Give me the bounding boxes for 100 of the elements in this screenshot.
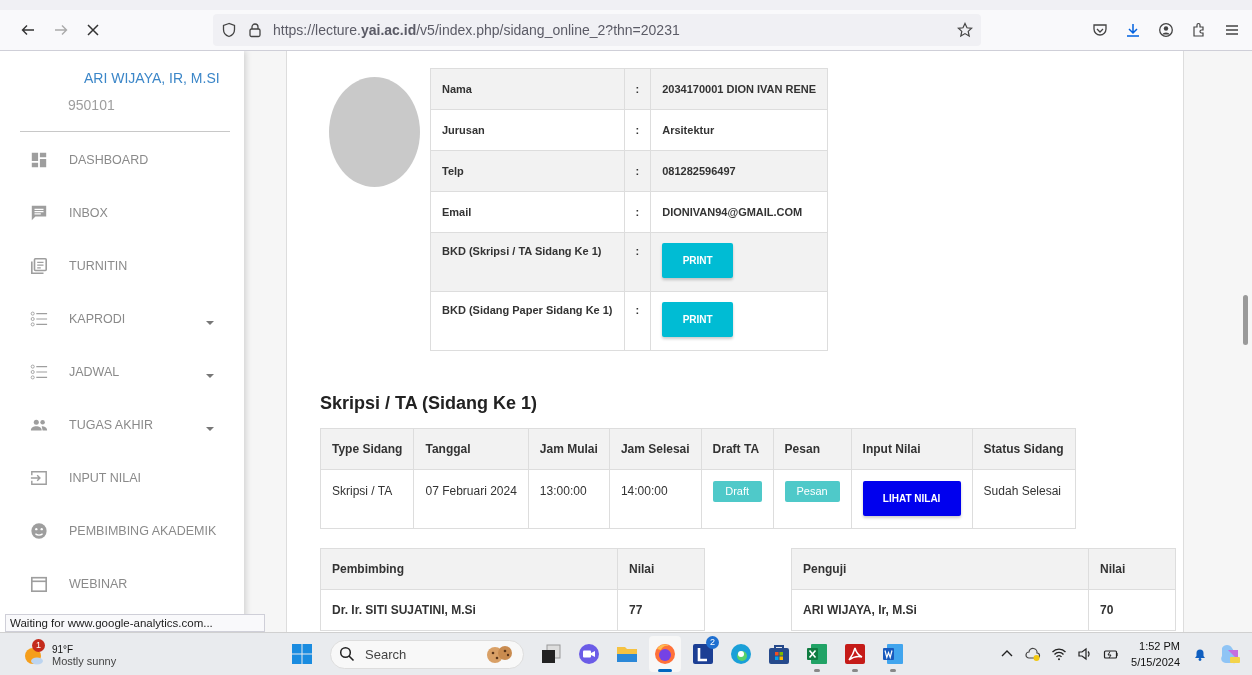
sidebar-item[interactable]: TURNITIN [0, 254, 244, 277]
field-label: Nama [430, 68, 625, 110]
date: 5/15/2024 [1131, 655, 1180, 670]
column-header: Penguji [791, 548, 1089, 590]
edge-icon [729, 642, 753, 666]
table-cell: Skripsi / TA [332, 484, 393, 498]
column-header: Pesan [773, 428, 852, 470]
copilot-icon[interactable] [1218, 642, 1242, 666]
download-icon[interactable] [1125, 22, 1141, 38]
field-value: DIONIVAN94@GMAIL.COM [650, 191, 828, 233]
table-cell: 70 [1088, 589, 1176, 631]
back-icon[interactable] [20, 22, 36, 38]
weather-condition: Mostly sunny [52, 655, 117, 667]
sidebar-item[interactable]: TUGAS AKHIR [0, 413, 244, 436]
colon: : [624, 68, 651, 110]
sidebar-item[interactable]: KAPRODI [0, 307, 244, 330]
colon: : [624, 232, 651, 292]
notification-badge: 2 [706, 636, 719, 649]
field-value: 081282596497 [650, 150, 828, 192]
menu-icon[interactable] [1224, 22, 1240, 38]
section-title: Skripsi / TA (Sidang Ke 1) [320, 393, 539, 414]
column-header: Nilai [617, 548, 705, 590]
list-icon [30, 309, 48, 328]
field-label: Jurusan [430, 109, 625, 151]
task-view-icon [539, 642, 563, 666]
user-name: ARI WIJAYA, IR, M.SI [84, 70, 221, 86]
spreadsheet-icon [805, 642, 829, 666]
store-icon [767, 642, 791, 666]
column-header: Jam Mulai [528, 428, 610, 470]
document-icon [881, 642, 905, 666]
status-text: Waiting for www.google-analytics.com... [5, 614, 265, 632]
time: 1:52 PM [1138, 639, 1180, 654]
colon: : [624, 191, 651, 233]
close-icon[interactable] [85, 22, 101, 38]
cookie-icon [485, 644, 515, 664]
table-cell: Dr. Ir. SITI SUJATINI, M.Si [320, 589, 618, 631]
column-header: Nilai [1088, 548, 1176, 590]
scrollbar-thumb[interactable] [1243, 295, 1248, 345]
column-header: Type Sidang [320, 428, 414, 470]
message-icon [30, 203, 48, 222]
cloud-warning-icon[interactable] [1025, 646, 1042, 662]
table-button[interactable]: Draft [712, 480, 762, 502]
pdf-icon [843, 642, 867, 666]
view-grade-button[interactable]: LIHAT NILAI [862, 481, 961, 516]
browser-icon [653, 642, 677, 666]
column-header: Draft TA [701, 428, 774, 470]
field-label: BKD (Skripsi / TA Sidang Ke 1) [430, 232, 625, 292]
sidebar-item[interactable]: PEMBIMBING AKADEMIK [0, 519, 244, 542]
field-label: BKD (Sidang Paper Sidang Ke 1) [430, 291, 625, 351]
address-bar[interactable]: https://lecture.yai.ac.id/v5/index.php/sidang_online_2?thn=20231 [213, 14, 981, 46]
sidebar-item[interactable]: INPUT NILAI [0, 466, 244, 489]
search-field[interactable]: Search [330, 639, 524, 669]
table-cell: 07 Februari 2024 [425, 484, 517, 498]
caret-icon [206, 426, 214, 431]
colon: : [624, 291, 651, 351]
sidebar-item[interactable]: INBOX [0, 201, 244, 224]
account-icon[interactable] [1158, 22, 1174, 38]
column-header: Tanggal [413, 428, 529, 470]
sidebar-item[interactable]: JADWAL [0, 360, 244, 383]
table-cell: 14:00:00 [620, 484, 668, 498]
sidebar-item[interactable]: WEBINAR [0, 572, 244, 595]
face-icon [30, 521, 48, 540]
column-header: Pembimbing [320, 548, 618, 590]
table-cell: 77 [617, 589, 705, 631]
field-value: Arsitektur [650, 109, 828, 151]
url-text: https://lecture.yai.ac.id/v5/index.php/sidang_online_2?thn=20231 [273, 22, 680, 38]
colon: : [624, 150, 651, 192]
extensions-icon[interactable] [1191, 22, 1207, 38]
column-header: Input Nilai [851, 428, 973, 470]
column-header: Status Sidang [972, 428, 1076, 470]
print-button[interactable]: PRINT [662, 302, 734, 337]
column-header: Jam Selesai [609, 428, 702, 470]
star-icon[interactable] [957, 22, 973, 38]
search-icon [339, 646, 355, 662]
input-icon [30, 468, 48, 487]
temperature: 91°F [52, 644, 75, 655]
user-id: 950101 [68, 97, 116, 113]
dashboard-icon [30, 150, 48, 169]
field-value: 2034170001 DION IVAN RENE [650, 68, 828, 110]
notification-badge: 1 [32, 638, 45, 652]
shield-icon[interactable] [221, 22, 237, 38]
document-stack-icon [30, 256, 48, 275]
clock[interactable]: 1:52 PM 5/15/2024 [1131, 638, 1180, 670]
list-icon [30, 362, 48, 381]
field-label: Telp [430, 150, 625, 192]
start-icon[interactable] [290, 642, 314, 666]
print-button[interactable]: PRINT [662, 243, 734, 278]
lock-icon [247, 22, 263, 38]
video-chat-icon [577, 642, 601, 666]
colon: : [624, 109, 651, 151]
field-label: Email [430, 191, 625, 233]
table-button[interactable]: Pesan [784, 480, 840, 502]
weather-widget[interactable]: 1 91°F Mostly sunny [22, 638, 117, 670]
table-cell: ARI WIJAYA, Ir, M.Si [791, 589, 1089, 631]
wifi-icon[interactable] [1051, 646, 1068, 662]
sidebar-item[interactable]: DASHBOARD [0, 148, 244, 171]
caret-icon [206, 373, 214, 378]
calendar-icon [30, 574, 48, 593]
taskbar-app[interactable]: 2 [687, 636, 719, 672]
pocket-icon[interactable] [1092, 22, 1108, 38]
